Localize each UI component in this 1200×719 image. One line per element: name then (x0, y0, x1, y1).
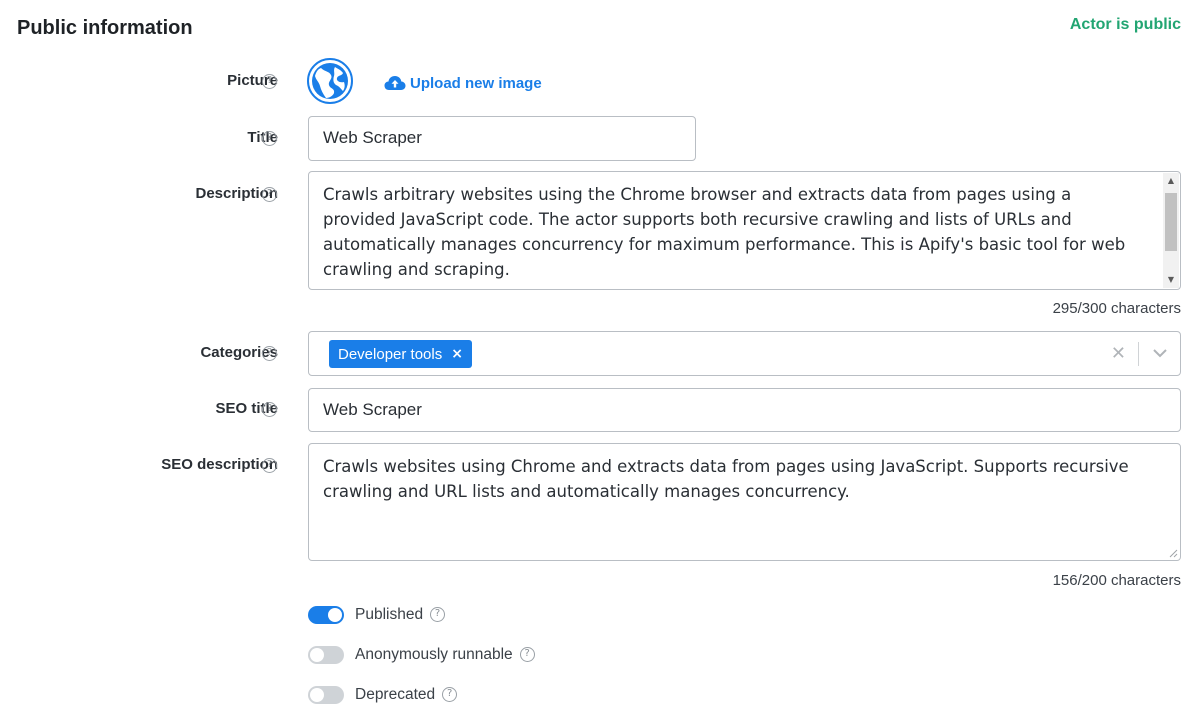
title-input[interactable]: Web Scraper (308, 116, 696, 161)
seo-description-value: Crawls websites using Chrome and extract… (323, 457, 1129, 501)
help-icon[interactable]: ? (262, 402, 277, 417)
category-chip-label: Developer tools (338, 345, 443, 363)
category-chip: Developer tools × (329, 340, 472, 368)
help-icon[interactable]: ? (262, 346, 277, 361)
deprecated-label: Deprecated (355, 686, 436, 703)
help-icon[interactable]: ? (442, 686, 458, 702)
description-value: Crawls arbitrary websites using the Chro… (323, 185, 1126, 279)
description-counter: 295/300 characters (1052, 300, 1181, 317)
toggle-deprecated[interactable]: Deprecated ? (308, 685, 458, 705)
seo-title-input[interactable]: Web Scraper (308, 388, 1181, 432)
title-input-value: Web Scraper (323, 128, 422, 147)
chevron-down-icon[interactable] (1152, 345, 1168, 366)
select-divider (1138, 342, 1139, 366)
seo-title-value: Web Scraper (323, 400, 422, 419)
categories-select[interactable]: Developer tools × ✕ (308, 331, 1181, 376)
upload-label: Upload new image (410, 74, 542, 92)
help-icon[interactable]: ? (262, 458, 277, 473)
seo-description-counter: 156/200 characters (1052, 572, 1181, 589)
help-icon[interactable]: ? (519, 646, 535, 662)
published-label: Published (355, 606, 424, 623)
scrollbar-thumb[interactable] (1165, 193, 1177, 251)
published-switch[interactable] (308, 606, 344, 624)
scroll-down-icon[interactable]: ▼ (1163, 272, 1179, 288)
description-textarea[interactable]: Crawls arbitrary websites using the Chro… (308, 171, 1181, 290)
help-icon[interactable]: ? (262, 131, 277, 146)
toggle-published[interactable]: Published ? (308, 605, 446, 625)
help-icon[interactable]: ? (430, 606, 446, 622)
anonymously-runnable-switch[interactable] (308, 646, 344, 664)
status-label: Actor is public (1069, 16, 1181, 33)
help-icon[interactable]: ? (262, 74, 277, 89)
chip-remove-icon[interactable]: × (451, 346, 463, 362)
seo-description-label: SEO description (161, 456, 278, 473)
description-scrollbar[interactable]: ▲ ▼ (1163, 173, 1179, 288)
cloud-upload-icon (384, 76, 406, 90)
anonymously-runnable-label: Anonymously runnable (355, 646, 513, 663)
globe-icon[interactable] (307, 58, 353, 104)
deprecated-switch[interactable] (308, 686, 344, 704)
section-title: Public information (17, 17, 193, 39)
scroll-up-icon[interactable]: ▲ (1163, 173, 1179, 189)
close-icon[interactable]: ✕ (1111, 343, 1126, 364)
upload-new-image-button[interactable]: Upload new image (384, 72, 542, 94)
help-icon[interactable]: ? (262, 187, 277, 202)
seo-description-textarea[interactable]: Crawls websites using Chrome and extract… (308, 443, 1181, 561)
resize-handle-icon[interactable] (1168, 548, 1178, 558)
toggle-anonymously-runnable[interactable]: Anonymously runnable ? (308, 645, 535, 665)
